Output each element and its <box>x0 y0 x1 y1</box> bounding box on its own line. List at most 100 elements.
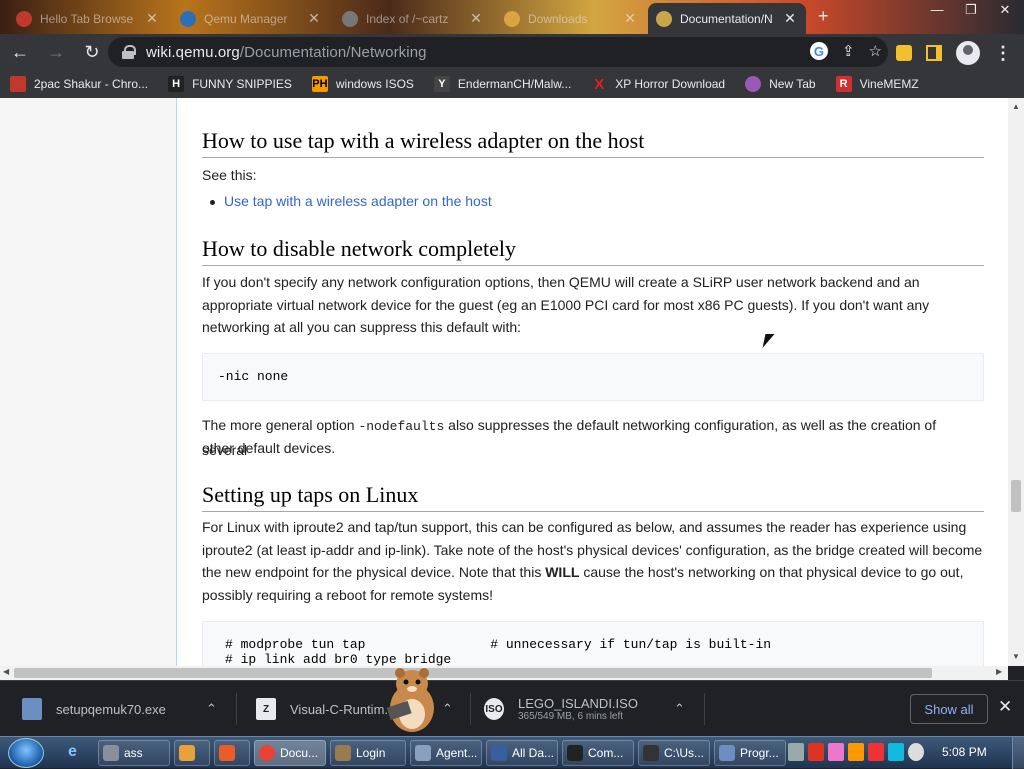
wireless-link[interactable]: Use tap with a wireless adapter on the h… <box>224 193 492 209</box>
chrome-icon <box>259 745 275 761</box>
zip-file-icon: Z <box>256 698 276 720</box>
horizontal-scroll-thumb[interactable] <box>14 668 932 678</box>
lock-icon[interactable] <box>122 45 136 59</box>
linux-paragraph-line3: the new endpoint for the physical device… <box>202 564 964 580</box>
app-icon <box>491 745 507 761</box>
tray-icon[interactable] <box>868 743 884 761</box>
url-text[interactable]: wiki.qemu.org/Documentation/Networking <box>146 44 427 61</box>
bookmark-windows-isos[interactable]: PH windows ISOS <box>311 76 414 92</box>
heading-wireless: How to use tap with a wireless adapter o… <box>202 128 984 158</box>
linux-paragraph-line2: iproute2 (at least ip-addr and ip-link).… <box>202 542 983 558</box>
heading-disable-network: How to disable network completely <box>202 236 984 266</box>
tab-qemu-manager[interactable]: Qemu Manager ✕ <box>172 3 330 34</box>
download-item-setupqemu[interactable]: setupqemuk70.exe ⌃ <box>22 681 222 737</box>
close-icon[interactable]: ✕ <box>144 10 160 27</box>
scroll-up-icon[interactable]: ▲ <box>1012 102 1020 111</box>
tab-title: Downloads <box>528 11 588 26</box>
start-button[interactable] <box>8 738 44 768</box>
taskbar-button-ass[interactable]: ass <box>98 740 170 766</box>
download-filename: setupqemuk70.exe <box>56 701 166 717</box>
address-bar[interactable]: wiki.qemu.org/Documentation/Networking G… <box>108 37 888 67</box>
disable-paragraph-line3: networking at all you can suppress this … <box>202 319 522 335</box>
tab-hello-tab-browse[interactable]: Hello Tab Browse ✕ <box>8 3 168 34</box>
tray-icon[interactable] <box>828 743 844 761</box>
extensions-icon[interactable] <box>896 45 912 61</box>
wiki-content: How to use tap with a wireless adapter o… <box>176 98 1008 666</box>
divider <box>470 693 471 725</box>
tray-icon[interactable] <box>848 743 864 761</box>
taskbar-button-chrome[interactable]: Docu... <box>254 740 326 766</box>
profile-avatar[interactable] <box>956 41 980 65</box>
close-icon[interactable]: ✕ <box>782 10 798 27</box>
taskbar-button-media[interactable] <box>174 740 210 766</box>
tab-downloads[interactable]: Downloads ✕ <box>496 3 646 34</box>
horizontal-scrollbar[interactable]: ◀ ▶ <box>0 666 1008 680</box>
bookmark-favicon-icon <box>745 76 762 92</box>
app-icon <box>719 745 735 761</box>
bookmark-favicon-icon <box>10 76 26 92</box>
back-icon[interactable]: ← <box>4 38 36 66</box>
show-all-button[interactable]: Show all <box>910 694 988 724</box>
tray-icon[interactable] <box>908 743 924 761</box>
bookmark-favicon-icon: PH <box>311 76 328 92</box>
tray-icon[interactable] <box>808 743 824 761</box>
bookmark-vinememz[interactable]: R VineMEMZ <box>835 76 919 92</box>
taskbar-button-all-data[interactable]: All Da... <box>486 740 558 766</box>
tab-documentation[interactable]: Documentation/N ✕ <box>648 3 806 34</box>
close-icon[interactable]: ✕ <box>306 10 322 27</box>
google-lens-icon[interactable]: G <box>809 42 828 60</box>
vertical-scroll-thumb[interactable] <box>1011 480 1021 512</box>
taskbar-button-programs[interactable]: Progr... <box>714 740 786 766</box>
side-panel-icon[interactable] <box>926 45 942 61</box>
taskbar-clock[interactable]: 5:08 PM <box>942 745 987 759</box>
iso-file-icon: ISO <box>484 698 504 720</box>
bookmark-star-icon[interactable]: ☆ <box>869 42 882 60</box>
scroll-left-icon[interactable]: ◀ <box>3 667 9 676</box>
bookmark-funny-snippies[interactable]: H FUNNY SNIPPIES <box>168 76 292 92</box>
tab-index-of[interactable]: Index of /~cartz ✕ <box>334 3 492 34</box>
close-icon[interactable]: ✕ <box>998 697 1012 717</box>
bookmark-xp-horror[interactable]: X XP Horror Download <box>591 75 725 93</box>
taskbar-button-agent[interactable]: Agent... <box>410 740 482 766</box>
app-icon <box>179 745 195 761</box>
taskbar-button-login[interactable]: Login <box>330 740 406 766</box>
new-tab-button[interactable]: + <box>818 6 829 27</box>
forward-icon[interactable]: → <box>40 38 72 66</box>
download-item-lego-island[interactable]: ISO LEGO_ISLANDI.ISO 365/549 MB, 6 mins … <box>484 681 694 737</box>
web-page: How to use tap with a wireless adapter o… <box>0 98 1008 666</box>
vertical-scrollbar[interactable]: ▲ ▼ <box>1008 98 1024 666</box>
internet-explorer-icon[interactable]: e <box>68 743 77 761</box>
divider <box>704 693 705 725</box>
maximize-icon[interactable]: ❐ <box>954 2 988 18</box>
scroll-right-icon[interactable]: ▶ <box>996 667 1002 676</box>
bookmark-favicon-icon: X <box>594 75 605 93</box>
bookmark-favicon-icon: H <box>168 76 185 92</box>
nodefaults-paragraph-line2: other default devices. <box>202 440 336 456</box>
tab-title: Documentation/N <box>680 11 773 26</box>
scroll-down-icon[interactable]: ▼ <box>1012 652 1020 661</box>
app-icon <box>103 745 119 761</box>
taskbar-button-app[interactable] <box>214 740 250 766</box>
taskbar-button-7zip[interactable]: C:\Us... <box>638 740 710 766</box>
bookmark-new-tab[interactable]: New Tab <box>745 76 816 92</box>
close-window-icon[interactable]: ✕ <box>988 2 1022 18</box>
bookmark-endermanch[interactable]: Y EndermanCH/Malw... <box>433 76 571 92</box>
tray-icon[interactable] <box>888 743 904 761</box>
share-icon[interactable]: ⇪ <box>842 42 855 60</box>
close-icon[interactable]: ✕ <box>468 10 484 27</box>
menu-kebab-icon[interactable]: ⋮ <box>994 43 1012 64</box>
close-icon[interactable]: ✕ <box>622 10 638 27</box>
exe-file-icon <box>22 698 42 720</box>
tab-strip: Hello Tab Browse ✕ Qemu Manager ✕ Index … <box>0 0 1024 34</box>
tab-favicon-icon <box>656 10 672 27</box>
show-desktop-button[interactable] <box>1012 737 1024 769</box>
downloads-shelf: setupqemuk70.exe ⌃ Z Visual-C-Runtim... … <box>0 680 1024 736</box>
tray-icon[interactable] <box>788 743 804 761</box>
chevron-up-icon[interactable]: ⌃ <box>206 701 217 717</box>
bookmark-2pac[interactable]: 2pac Shakur - Chro... <box>10 76 148 92</box>
taskbar-button-command[interactable]: Com... <box>562 740 634 766</box>
minimize-icon[interactable]: — <box>920 2 954 18</box>
hamster-mascot-icon[interactable] <box>380 664 444 736</box>
chevron-up-icon[interactable]: ⌃ <box>674 701 685 717</box>
reload-icon[interactable]: ↻ <box>76 38 108 66</box>
